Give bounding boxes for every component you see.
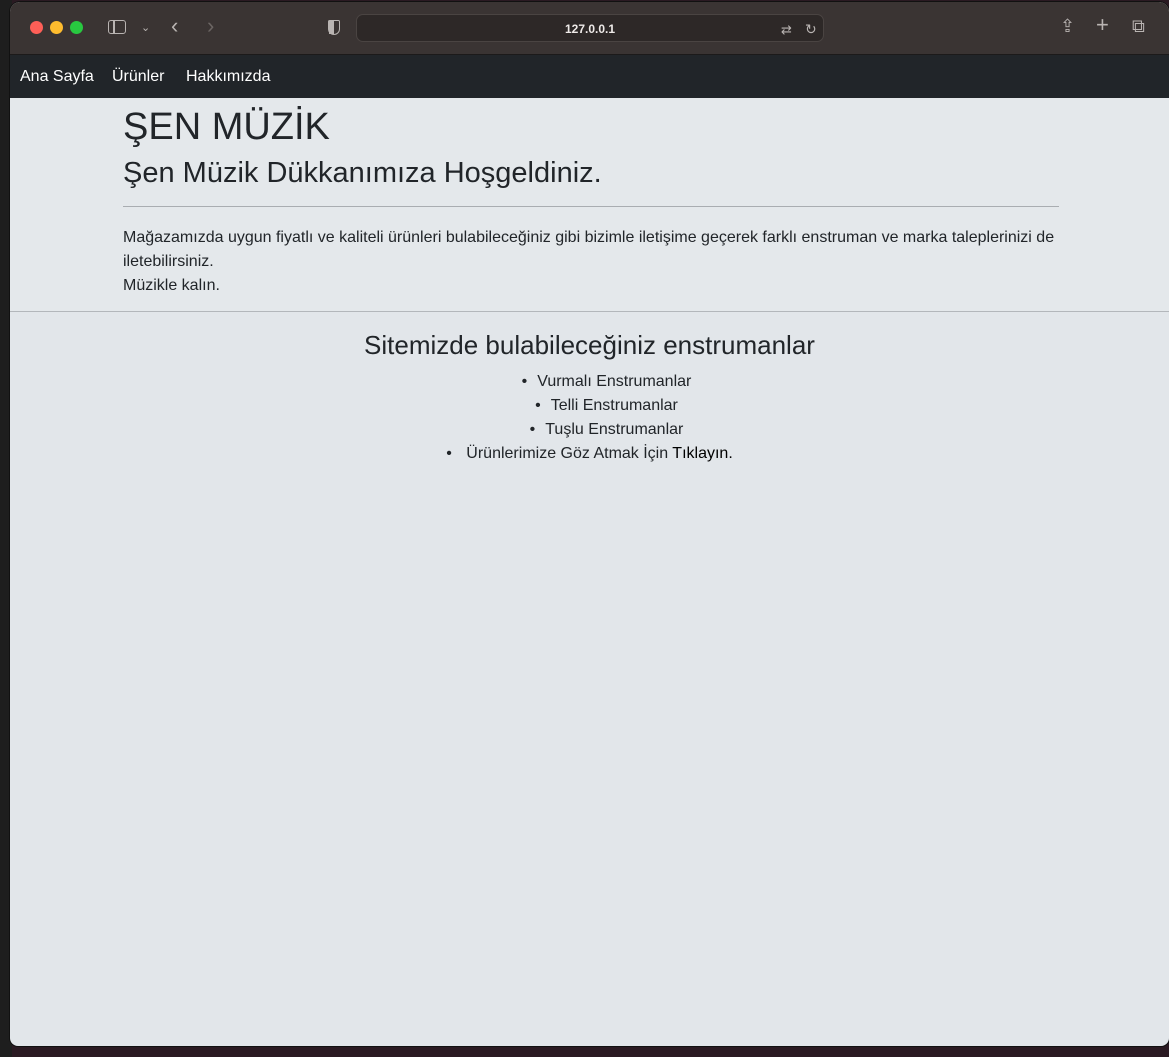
minimize-window-button[interactable] [50,21,63,34]
close-window-button[interactable] [30,21,43,34]
tab-overview-icon[interactable]: ⧉ [1132,17,1145,35]
nav-about-link[interactable]: Hakkımızda [186,55,270,98]
url-text: 127.0.0.1 [564,22,616,36]
sidebar-toggle-icon[interactable] [108,20,126,34]
products-prompt-text: Ürünlerimize Göz Atmak İçin [466,445,673,462]
list-item: Vurmalı Enstrumanlar [10,370,1169,394]
privacy-shield-icon[interactable] [328,20,340,35]
products-link[interactable]: Tıklayın. [672,445,732,462]
list-item-products: Ürünlerimize Göz Atmak İçin Tıklayın. [10,442,1169,466]
site-navbar: Ana Sayfa Ürünler Hakkımızda [10,55,1169,98]
reload-icon[interactable]: ↻ [805,20,817,38]
intro-text: Mağazamızda uygun fiyatlı ve kaliteli ür… [123,229,1055,270]
share-icon[interactable]: ⇪ [1060,17,1075,35]
intro-paragraph: Mağazamızda uygun fiyatlı ve kaliteli ür… [123,226,1063,298]
closing-text: Müzikle kalın. [123,277,220,294]
nav-home-link[interactable]: Ana Sayfa [20,55,94,98]
list-item: Telli Enstrumanlar [10,394,1169,418]
forward-arrow-icon[interactable]: › [207,15,214,37]
browser-window: ⌄ ‹ › 127.0.0.1 ⇄ ↻ ⇪ + ⧉ Ana Sayfa Ürün… [10,2,1169,1046]
chevron-down-icon[interactable]: ⌄ [141,19,150,37]
address-bar[interactable]: 127.0.0.1 ⇄ ↻ [356,14,824,42]
back-arrow-icon[interactable]: ‹ [171,15,178,37]
welcome-heading: Şen Müzik Dükkanımıza Hoşgeldiniz. [123,157,602,189]
translate-icon[interactable]: ⇄ [781,21,792,39]
page-title: ŞEN MÜZİK [123,106,330,148]
divider [123,206,1059,207]
nav-products-link[interactable]: Ürünler [112,55,164,98]
instruments-list: Vurmalı Enstrumanlar Telli Enstrumanlar … [10,370,1169,466]
maximize-window-button[interactable] [70,21,83,34]
new-tab-icon[interactable]: + [1096,14,1109,36]
browser-toolbar: ⌄ ‹ › 127.0.0.1 ⇄ ↻ ⇪ + ⧉ [10,2,1169,55]
instruments-heading: Sitemizde bulabileceğiniz enstrumanlar [364,330,815,360]
list-item: Tuşlu Enstrumanlar [10,418,1169,442]
